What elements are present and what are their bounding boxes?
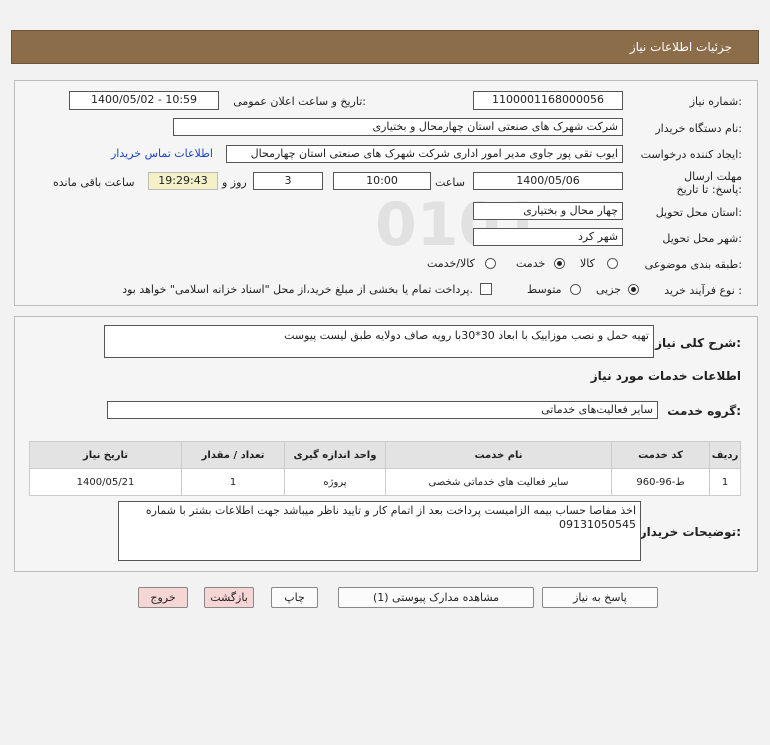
province-label: استان محل تحویل: <box>655 206 742 219</box>
cell-date: 1400/05/21 <box>29 468 182 496</box>
city-field: شهر کرد <box>473 228 623 246</box>
service-group-label: گروه خدمت: <box>667 404 741 418</box>
radio-medium[interactable] <box>570 284 581 295</box>
radio-minor-label: جزیی <box>596 283 622 296</box>
summary-label: شرح کلی نیاز: <box>655 336 741 350</box>
col-date-header: تاریخ نیاز <box>29 441 182 469</box>
radio-service[interactable] <box>554 258 565 269</box>
service-group-field: سایر فعالیت‌های خدماتی <box>107 401 658 419</box>
page-title: جزئیات اطلاعات نیاز <box>629 40 732 54</box>
services-section-title: اطلاعات خدمات مورد نیاز <box>590 369 741 383</box>
cell-qty: 1 <box>181 468 285 496</box>
category-label: طبقه بندی موضوعی: <box>644 258 742 271</box>
radio-goods-label: کالا <box>580 257 595 270</box>
cell-unit: پروژه <box>284 468 386 496</box>
col-unit-header: واحد اندازه گیری <box>284 441 386 469</box>
col-name-header: نام خدمت <box>385 441 612 469</box>
contact-buyer-link[interactable]: اطلاعات تماس خریدار <box>111 147 213 160</box>
radio-goods-service[interactable] <box>485 258 496 269</box>
deadline-date-field: 1400/05/06 <box>473 172 623 190</box>
deadline-time-field: 10:00 <box>333 172 431 190</box>
summary-field: تهیه حمل و نصب موزاییک با ابعاد 30*30با … <box>104 325 654 358</box>
deadline-label: مهلت ارسال پاسخ: تا تاریخ: <box>676 170 742 196</box>
buyer-org-label: نام دستگاه خریدار: <box>655 122 742 135</box>
services-table: ردیف کد خدمت نام خدمت واحد اندازه گیری ت… <box>29 441 741 496</box>
radio-service-label: خدمت <box>516 257 546 270</box>
treasury-checkbox[interactable] <box>480 283 492 295</box>
creator-label: ایجاد کننده درخواست: <box>640 148 742 161</box>
remaining-time-field: 19:29:43 <box>148 172 218 190</box>
need-number-label: شماره نیاز: <box>689 95 742 108</box>
buyer-notes-field: اخذ مفاصا حساب بیمه الزامیست پرداخت بعد … <box>118 501 641 561</box>
exit-button[interactable]: خروج <box>138 587 188 608</box>
view-attachments-button[interactable]: مشاهده مدارک پیوستی (1) <box>338 587 534 608</box>
need-details-panel <box>14 80 758 306</box>
buyer-notes-label: توضیحات خریدار: <box>639 525 741 539</box>
table-row: 1 ط-96-960 سایر فعالیت های خدماتی شخصی پ… <box>29 468 741 496</box>
remaining-label: ساعت باقی مانده <box>53 176 135 189</box>
treasury-note: پرداخت تمام یا بخشی از مبلغ خرید،از محل … <box>122 283 473 296</box>
page-header: جزئیات اطلاعات نیاز <box>11 30 759 64</box>
col-code-header: کد خدمت <box>611 441 710 469</box>
radio-medium-label: متوسط <box>527 283 562 296</box>
radio-minor[interactable] <box>628 284 639 295</box>
province-field: چهار محال و بختیاری <box>473 202 623 220</box>
days-field: 3 <box>253 172 323 190</box>
print-button[interactable]: چاپ <box>271 587 318 608</box>
city-label: شهر محل تحویل: <box>662 232 742 245</box>
cell-row: 1 <box>709 468 741 496</box>
cell-name: سایر فعالیت های خدماتی شخصی <box>385 468 612 496</box>
need-number-field: 1100001168000056 <box>473 91 623 110</box>
reply-button[interactable]: پاسخ به نیاز <box>542 587 658 608</box>
announce-date-field: 1400/05/02 - 10:59 <box>69 91 219 110</box>
radio-goods-service-label: کالا/خدمت <box>427 257 475 270</box>
radio-goods[interactable] <box>607 258 618 269</box>
buyer-org-field: شرکت شهرک های صنعتی استان چهارمحال و بخت… <box>173 118 623 136</box>
table-header-row: ردیف کد خدمت نام خدمت واحد اندازه گیری ت… <box>29 441 741 469</box>
days-label: روز و <box>222 176 247 189</box>
cell-code: ط-96-960 <box>611 468 710 496</box>
back-button[interactable]: بازگشت <box>204 587 254 608</box>
announce-date-label: تاریخ و ساعت اعلان عمومی: <box>233 95 366 108</box>
deadline-time-label: ساعت <box>435 176 465 189</box>
col-row-header: ردیف <box>709 441 741 469</box>
creator-field: ایوب تقی پور جاوی مدیر امور اداری شرکت ش… <box>226 145 623 163</box>
col-qty-header: تعداد / مقدار <box>181 441 285 469</box>
purchase-type-label: نوع فرآیند خرید : <box>664 284 742 297</box>
